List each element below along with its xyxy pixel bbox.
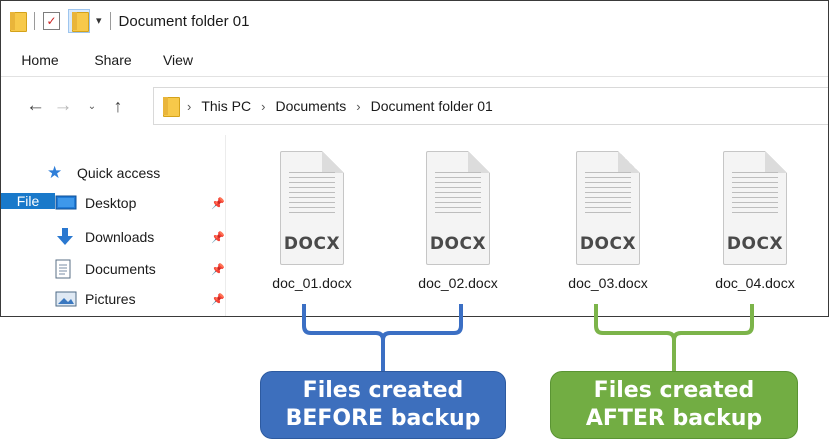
label-line-1: Files created (593, 378, 755, 403)
label-line-1: Files created (302, 378, 464, 403)
label-line-2: AFTER backup (585, 406, 763, 431)
after-backup-label: Files created AFTER backup (550, 371, 798, 439)
pin-icon[interactable]: 📌 (211, 263, 225, 276)
breadcrumb-separator: › (261, 98, 266, 114)
breadcrumb-separator: › (187, 98, 192, 114)
breadcrumb-separator: › (356, 98, 361, 114)
nav-item-quick-access[interactable]: ★ Quick access (47, 163, 221, 183)
nav-item-label: Quick access (77, 165, 161, 181)
pin-icon[interactable]: 📌 (211, 197, 225, 210)
forward-arrow-icon[interactable]: → (45, 95, 81, 117)
recent-locations-chevron-icon[interactable]: ⌄ (81, 101, 103, 112)
tab-share[interactable]: Share (79, 43, 147, 76)
file-name: doc_03.docx (568, 275, 648, 291)
window-title: Document folder 01 (118, 12, 250, 30)
file-item-doc-03[interactable]: DOCX doc_03.docx (553, 151, 663, 291)
file-name: doc_01.docx (272, 275, 352, 291)
file-type-badge: DOCX (429, 234, 487, 254)
folder-icon (9, 11, 27, 32)
docx-file-icon: DOCX (576, 151, 640, 265)
pin-icon[interactable]: 📌 (211, 293, 225, 306)
docx-file-icon: DOCX (280, 151, 344, 265)
back-arrow-icon[interactable]: ← (1, 95, 45, 117)
label-line-2: BEFORE backup (285, 406, 481, 431)
breadcrumb-documents[interactable]: Documents (275, 98, 346, 114)
navigation-bar: ← → ⌄ ↑ › This PC › Documents › Document… (1, 87, 828, 125)
nav-item-downloads[interactable]: Downloads 📌 (55, 227, 229, 247)
file-name: doc_04.docx (715, 275, 795, 291)
file-item-doc-04[interactable]: DOCX doc_04.docx (700, 151, 810, 291)
new-folder-icon[interactable] (68, 9, 90, 33)
nav-item-documents[interactable]: Documents 📌 (55, 259, 229, 279)
tab-view[interactable]: View (147, 43, 209, 76)
nav-item-label: Pictures (85, 291, 136, 307)
docx-file-icon: DOCX (723, 151, 787, 265)
navigation-pane: ★ Quick access Desktop 📌 Downloads 📌 Doc… (1, 135, 225, 316)
file-type-badge: DOCX (283, 234, 341, 254)
folder-icon (162, 96, 180, 117)
file-name: doc_02.docx (418, 275, 498, 291)
nav-item-pictures[interactable]: Pictures 📌 (55, 291, 229, 307)
up-arrow-icon[interactable]: ↑ (103, 96, 133, 117)
file-type-badge: DOCX (726, 234, 784, 254)
pin-icon[interactable]: 📌 (211, 231, 225, 244)
explorer-window: ✓ ▾ Document folder 01 File Home Share V… (0, 0, 829, 317)
properties-icon[interactable]: ✓ (43, 12, 60, 30)
before-backup-label: Files created BEFORE backup (260, 371, 506, 439)
nav-item-label: Desktop (85, 195, 137, 211)
chevron-down-icon[interactable]: ▾ (96, 15, 102, 27)
pane-divider (225, 135, 226, 316)
nav-item-label: Downloads (85, 229, 155, 245)
breadcrumb-current-folder[interactable]: Document folder 01 (371, 98, 493, 114)
toolbar-divider (34, 12, 35, 30)
nav-item-label: Documents (85, 261, 156, 277)
file-item-doc-01[interactable]: DOCX doc_01.docx (257, 151, 367, 291)
toolbar-divider (109, 12, 111, 30)
title-bar: ✓ ▾ Document folder 01 (1, 1, 828, 41)
file-item-doc-02[interactable]: DOCX doc_02.docx (403, 151, 513, 291)
docx-file-icon: DOCX (426, 151, 490, 265)
file-type-badge: DOCX (579, 234, 637, 254)
documents-icon (55, 259, 85, 279)
desktop-icon (55, 195, 85, 211)
folder-icon (71, 11, 89, 32)
ribbon-tabs: File Home Share View (1, 43, 828, 209)
downloads-icon (55, 227, 85, 247)
tab-home[interactable]: Home (1, 43, 79, 76)
nav-item-desktop[interactable]: Desktop 📌 (55, 195, 229, 211)
star-icon: ★ (47, 163, 63, 182)
pictures-icon (55, 291, 85, 307)
breadcrumb-this-pc[interactable]: This PC (201, 98, 251, 114)
address-bar[interactable]: › This PC › Documents › Document folder … (153, 87, 828, 125)
